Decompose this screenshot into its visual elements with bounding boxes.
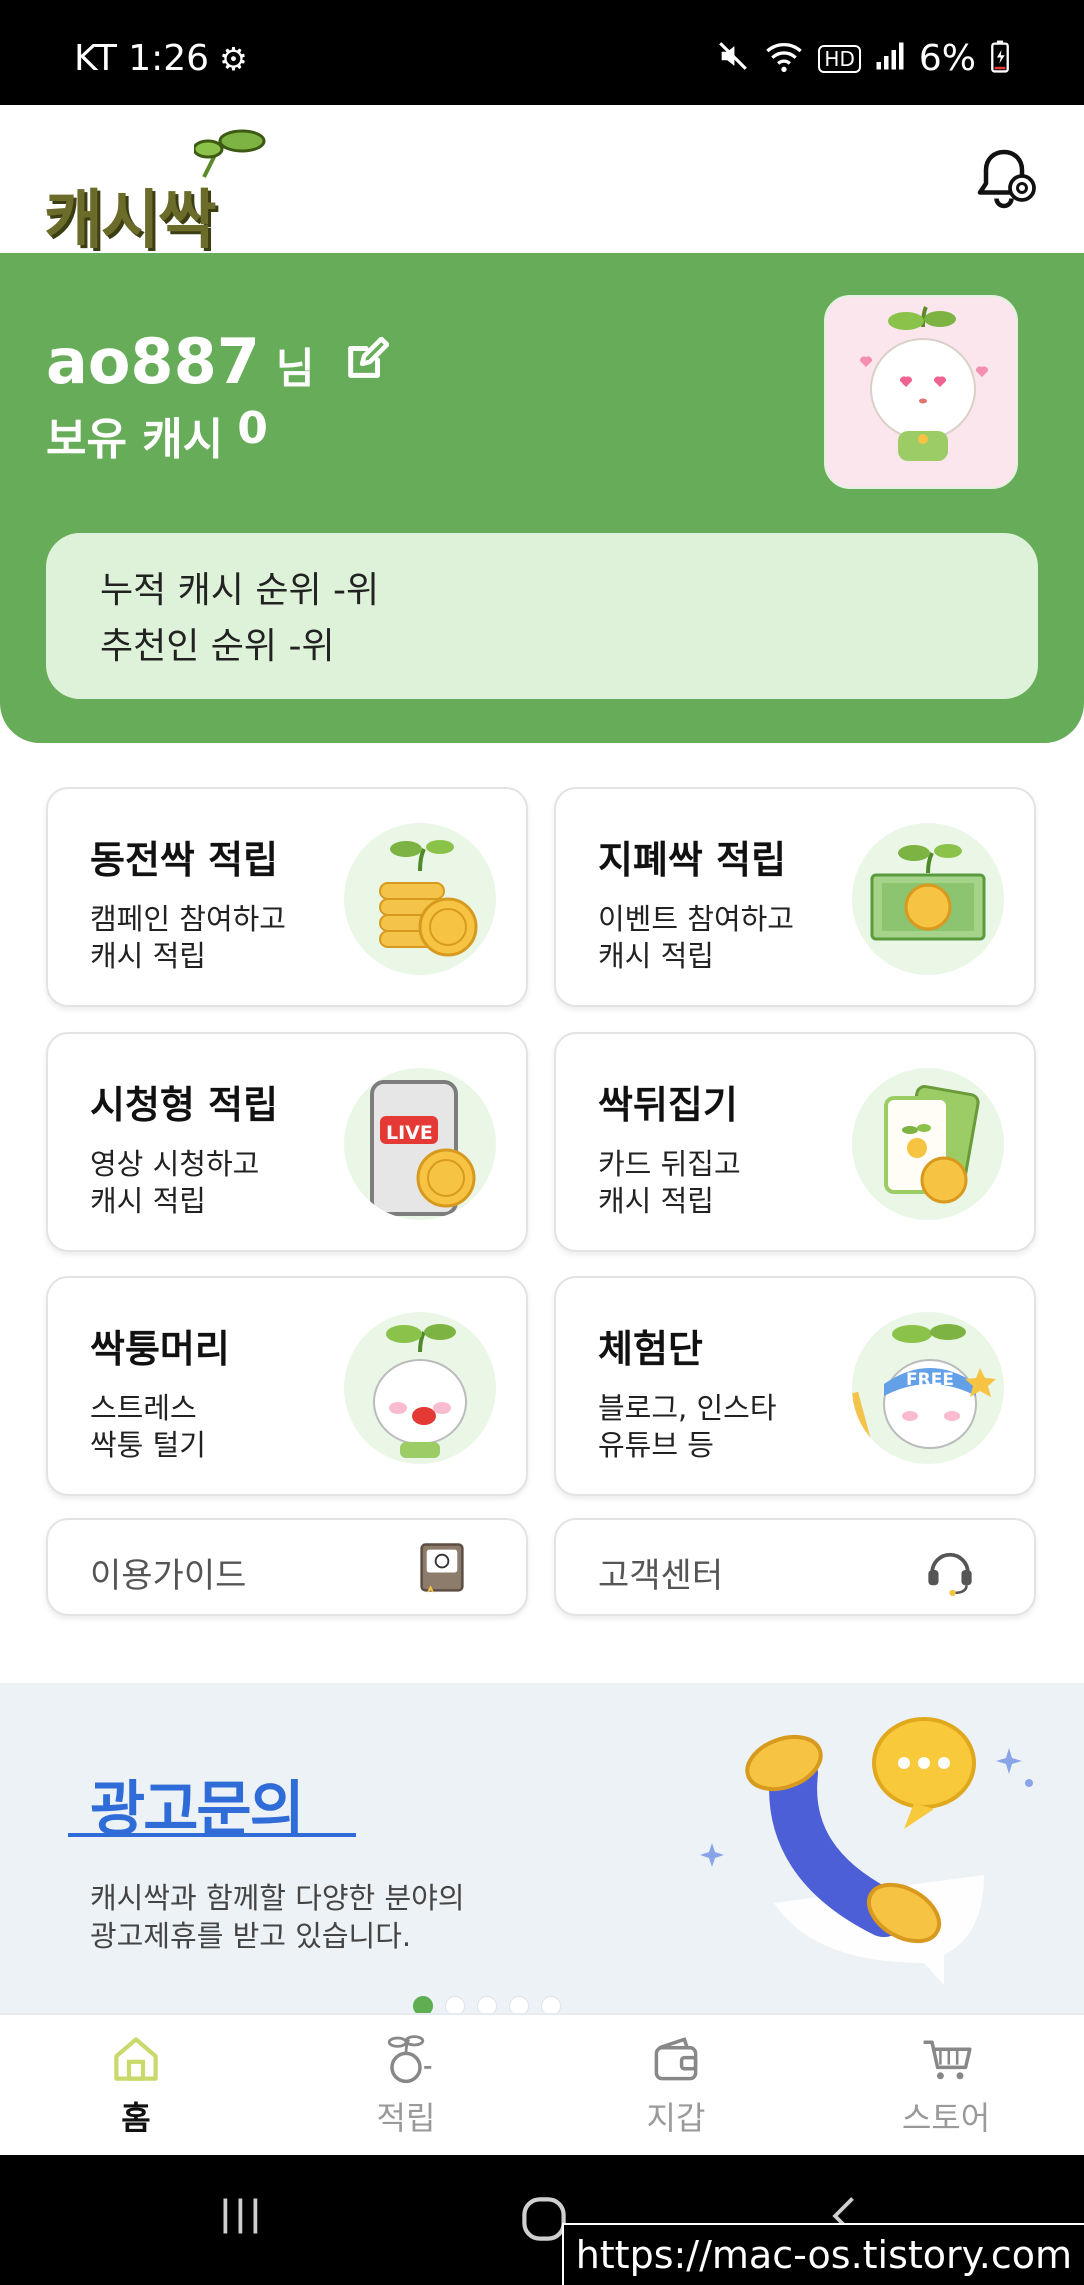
mute-icon (716, 39, 750, 78)
nav-wallet[interactable]: 지갑 (576, 2031, 776, 2151)
signal-icon (875, 41, 905, 76)
banner-desc: 캐시싹과 함께할 다양한 분야의 광고제휴를 받고 있습니다. (90, 1879, 465, 1955)
banknote-icon (852, 823, 1004, 975)
home-icon (114, 2037, 158, 2081)
free-label: FREE (906, 1370, 954, 1390)
nav-store-label: 스토어 (901, 2099, 991, 2137)
watermark: https://mac-os.tistory.com (561, 2223, 1084, 2285)
card-title: 지폐싹 적립 (598, 838, 787, 882)
card-title: 싹퉁머리 (90, 1327, 230, 1371)
referral-rank: 추천인 순위 -위 (100, 626, 335, 667)
app-header: 캐시싹 (0, 105, 1084, 258)
wifi-icon (764, 39, 804, 78)
card-desc: 블로그, 인스타 유튜브 등 (598, 1390, 777, 1464)
app-screen: KT 1:26 ⚙ HD 6% 캐시싹 ao887 님 보유 캐시 0 누적 캐… (0, 0, 1084, 2285)
profile-panel: ao887 님 보유 캐시 0 누적 캐시 순위 -위 추천인 순위 -위 (0, 253, 1084, 743)
card-title: 시청형 적립 (90, 1083, 279, 1127)
edit-icon[interactable] (343, 337, 389, 383)
card-desc-line1: 블로그, 인스타 (598, 1391, 777, 1425)
card-stress-relief[interactable]: 싹퉁머리 스트레스 싹퉁 털기 (46, 1276, 528, 1496)
nav-earn-label: 적립 (376, 2099, 436, 2137)
rank-box: 누적 캐시 순위 -위 추천인 순위 -위 (46, 533, 1038, 699)
card-desc-line2: 캐시 적립 (598, 1184, 714, 1218)
headset-icon (924, 1542, 976, 1598)
card-desc-line1: 캠페인 참여하고 (90, 902, 286, 936)
card-desc: 스트레스 싹퉁 털기 (90, 1390, 206, 1464)
flip-card-icon (852, 1068, 1004, 1220)
angry-sprout-icon (344, 1312, 496, 1464)
battery-charging-icon (990, 39, 1010, 78)
user-guide-label: 이용가이드 (90, 1556, 247, 1596)
cash-balance: 보유 캐시 0 (46, 403, 268, 467)
card-title: 싹뒤집기 (598, 1083, 738, 1127)
guide-book-icon (416, 1542, 468, 1598)
card-desc-line2: 캐시 적립 (90, 939, 206, 973)
card-desc-line2: 캐시 적립 (90, 1184, 206, 1218)
card-video-earn[interactable]: 시청형 적립 영상 시청하고 캐시 적립 LIVE (46, 1032, 528, 1252)
honorific: 님 (275, 344, 315, 393)
cash-value: 0 (237, 403, 268, 454)
status-left: KT 1:26 ⚙ (74, 38, 248, 79)
card-experience-group[interactable]: 체험단 블로그, 인스타 유튜브 등 FREE (554, 1276, 1036, 1496)
card-desc-line1: 이벤트 참여하고 (598, 902, 794, 936)
ad-inquiry-banner[interactable]: 광고문의 캐시싹과 함께할 다양한 분야의 광고제휴를 받고 있습니다. (0, 1683, 1084, 2013)
phone-chat-illustration-icon (684, 1703, 1044, 1993)
live-phone-icon: LIVE (344, 1068, 496, 1220)
avatar[interactable] (824, 295, 1018, 489)
bottom-nav: 홈 적립 지갑 스토어 (0, 2013, 1084, 2155)
cumulative-rank: 누적 캐시 순위 -위 (100, 570, 380, 611)
logo-text: 캐시싹 (44, 184, 217, 258)
banner-desc-line2: 광고제휴를 받고 있습니다. (90, 1919, 412, 1953)
nav-earn[interactable]: 적립 (306, 2031, 506, 2151)
card-desc-line1: 스트레스 (90, 1391, 197, 1425)
username: ao887 (46, 325, 260, 398)
card-desc-line2: 유튜브 등 (598, 1428, 714, 1462)
recent-apps-icon[interactable] (216, 2191, 266, 2254)
status-right: HD 6% (716, 38, 1010, 79)
card-coin-earn[interactable]: 동전싹 적립 캠페인 참여하고 캐시 적립 (46, 787, 528, 1007)
coin-stack-icon (344, 823, 496, 975)
sprout-character-icon (859, 306, 989, 461)
cash-label: 보유 캐시 (46, 414, 224, 465)
user-guide-button[interactable]: 이용가이드 (46, 1518, 528, 1616)
card-title: 동전싹 적립 (90, 838, 279, 882)
username-row: ao887 님 (46, 325, 389, 398)
app-logo[interactable]: 캐시싹 (44, 127, 266, 258)
free-sprout-icon: FREE (852, 1312, 1004, 1464)
card-desc-line2: 싹퉁 털기 (90, 1428, 206, 1462)
customer-center-button[interactable]: 고객센터 (554, 1518, 1036, 1616)
carrier-time: KT 1:26 (74, 38, 210, 79)
card-desc-line2: 캐시 적립 (598, 939, 714, 973)
card-title: 체험단 (598, 1327, 703, 1371)
card-desc-line1: 카드 뒤집고 (598, 1147, 741, 1181)
battery-percent: 6% (918, 38, 976, 79)
nav-home-label: 홈 (121, 2099, 151, 2137)
card-bill-earn[interactable]: 지폐싹 적립 이벤트 참여하고 캐시 적립 (554, 787, 1036, 1007)
system-nav-bar: https://mac-os.tistory.com (0, 2155, 1084, 2285)
notification-bell-icon[interactable] (968, 143, 1040, 215)
banner-underline (68, 1833, 356, 1837)
wallet-icon (654, 2037, 698, 2081)
sprout-coin-icon (387, 2035, 432, 2084)
card-desc: 이벤트 참여하고 캐시 적립 (598, 901, 794, 975)
card-desc-line1: 영상 시청하고 (90, 1147, 260, 1181)
customer-center-label: 고객센터 (598, 1556, 724, 1596)
hd-icon: HD (818, 44, 861, 73)
shopping-cart-icon (923, 2040, 972, 2080)
live-label: LIVE (386, 1122, 433, 1144)
banner-desc-line1: 캐시싹과 함께할 다양한 분야의 (90, 1881, 465, 1915)
settings-gear-icon: ⚙ (219, 39, 248, 78)
nav-home[interactable]: 홈 (36, 2031, 236, 2151)
card-desc: 카드 뒤집고 캐시 적립 (598, 1146, 741, 1220)
card-desc: 영상 시청하고 캐시 적립 (90, 1146, 259, 1220)
card-desc: 캠페인 참여하고 캐시 적립 (90, 901, 286, 975)
nav-store[interactable]: 스토어 (846, 2031, 1046, 2151)
card-flip-game[interactable]: 싹뒤집기 카드 뒤집고 캐시 적립 (554, 1032, 1036, 1252)
status-bar: KT 1:26 ⚙ HD 6% (0, 0, 1084, 105)
nav-wallet-label: 지갑 (646, 2099, 706, 2137)
sprout-logo-icon (194, 129, 266, 178)
